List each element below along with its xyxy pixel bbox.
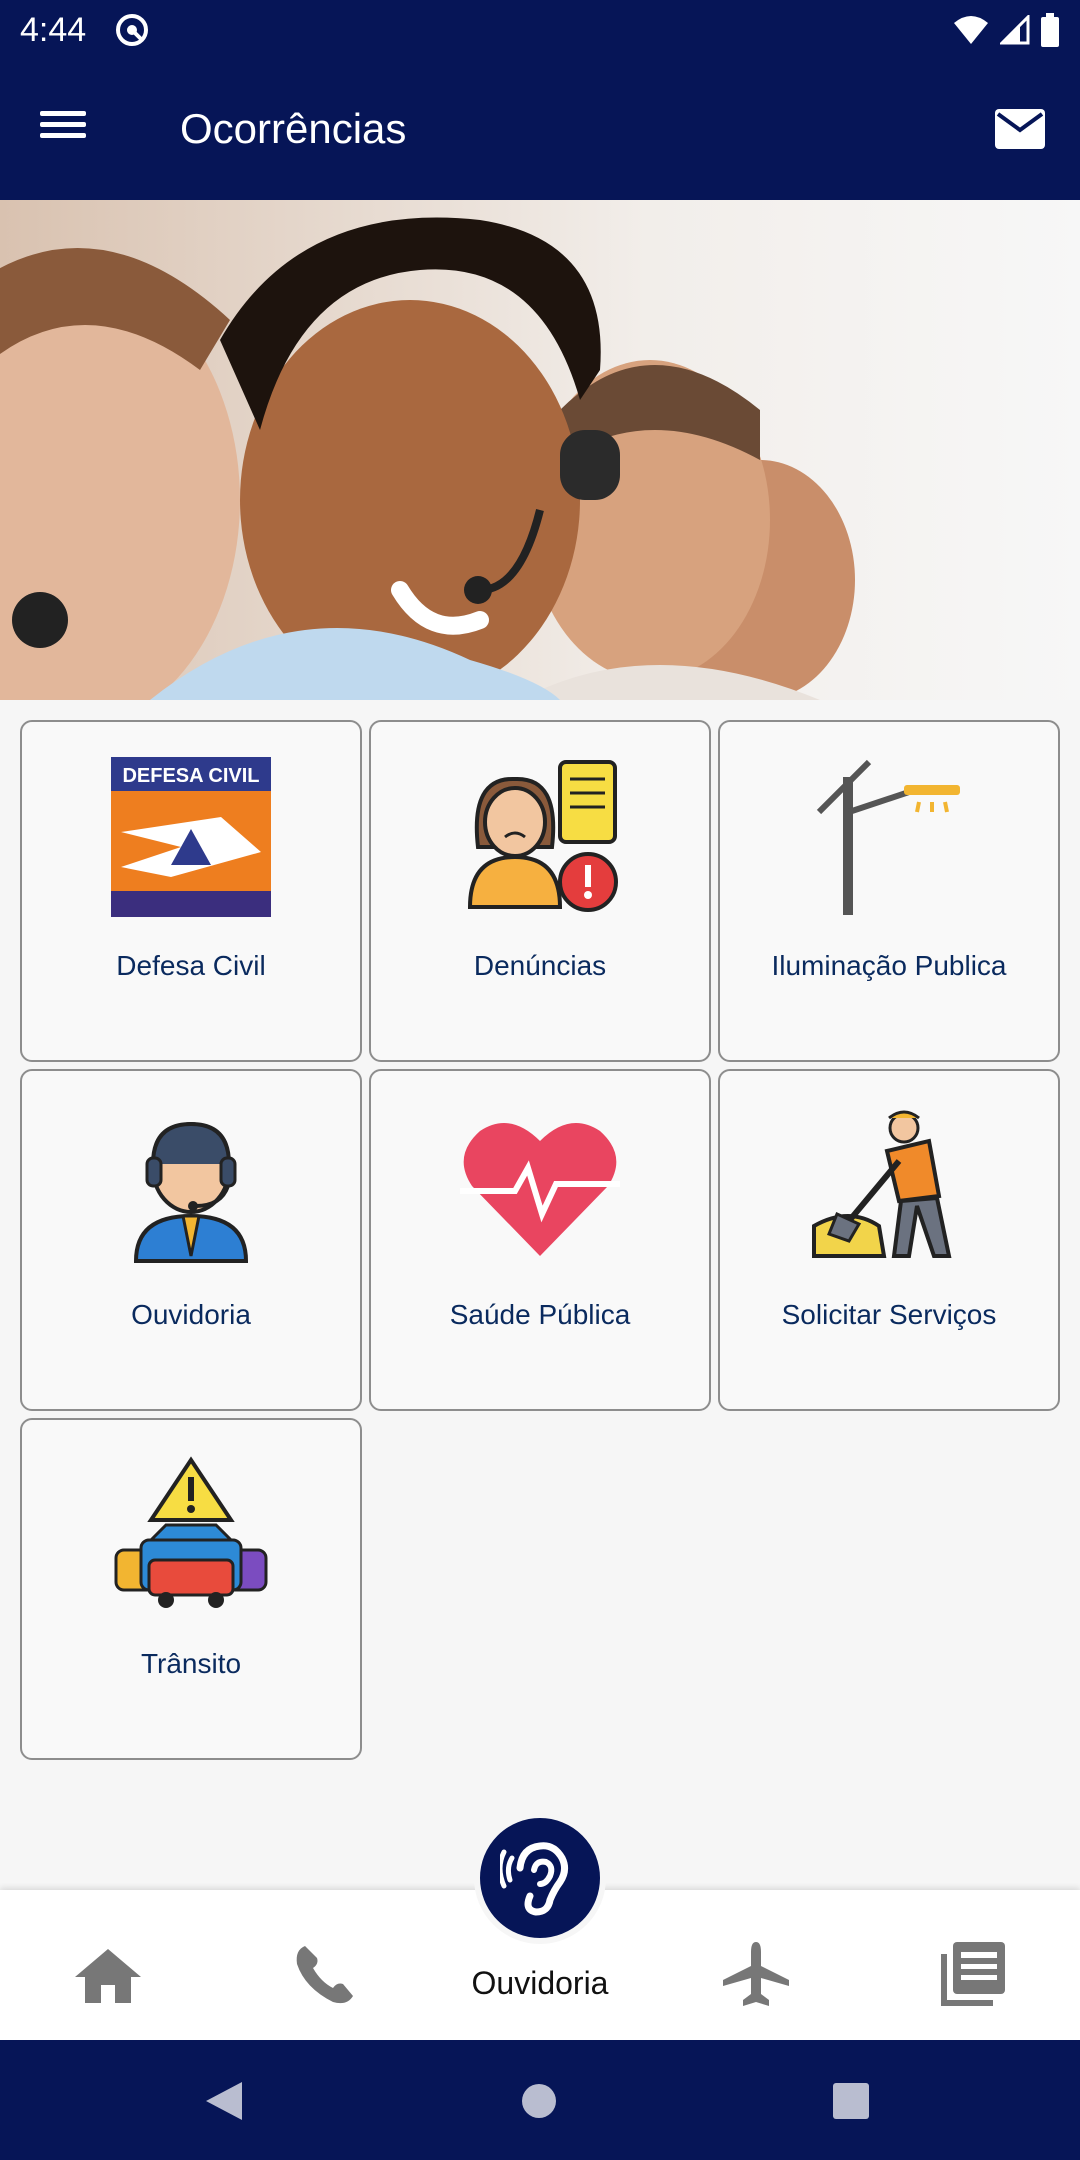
card-label: Trânsito — [140, 1648, 242, 1679]
phone-icon — [296, 1946, 353, 2004]
sync-icon — [116, 14, 148, 46]
headset-agent-icon — [106, 1101, 276, 1271]
recents-icon[interactable] — [832, 2082, 870, 2120]
card-transito[interactable]: Trânsito — [20, 1418, 362, 1760]
card-label: Iluminação Publica — [771, 950, 1007, 981]
signal-icon — [1000, 15, 1030, 45]
card-solicitar-servicos[interactable]: Solicitar Serviços — [718, 1069, 1060, 1411]
status-time: 4:44 — [20, 11, 87, 49]
menu-icon[interactable] — [40, 105, 100, 155]
page-title: Ocorrências — [180, 105, 407, 152]
airplane-icon — [723, 1942, 789, 2006]
card-label: Defesa Civil — [116, 950, 266, 981]
nav-phone[interactable] — [284, 1935, 364, 2015]
card-denuncias[interactable]: Denúncias — [369, 720, 711, 1062]
status-icons — [952, 12, 1060, 48]
ear-icon — [500, 1842, 569, 1916]
mail-icon[interactable] — [994, 108, 1046, 150]
home-icon — [75, 1949, 141, 2003]
worker-shovel-icon — [804, 1101, 974, 1271]
ouvidoria-fab[interactable] — [474, 1812, 606, 1944]
news-icon — [941, 1942, 1005, 2006]
wifi-icon — [954, 16, 988, 44]
nav-home[interactable] — [68, 1935, 148, 2015]
complaint-person-icon — [455, 752, 625, 922]
system-nav-bar — [0, 2040, 1080, 2160]
nav-airplane[interactable] — [716, 1935, 796, 2015]
heart-pulse-icon — [455, 1101, 625, 1271]
card-saude-publica[interactable]: Saúde Pública — [369, 1069, 711, 1411]
active-nav-label: Ouvidoria — [471, 1965, 609, 2001]
card-label: Denúncias — [473, 950, 607, 981]
traffic-cars-icon — [106, 1450, 276, 1620]
card-label: Solicitar Serviços — [781, 1299, 997, 1330]
status-bar: 4:44 — [0, 0, 1080, 60]
logo-text: DEFESA CIVIL — [122, 765, 259, 787]
street-lamp-icon — [804, 752, 974, 922]
banner-image — [0, 200, 1080, 700]
home-circle-icon[interactable] — [520, 2082, 558, 2120]
defesa-civil-logo-icon: DEFESA CIVIL — [106, 752, 276, 922]
card-defesa-civil[interactable]: DEFESA CIVIL Defesa Civil — [20, 720, 362, 1062]
nav-news[interactable] — [932, 1935, 1012, 2015]
card-label: Saúde Pública — [449, 1299, 631, 1330]
card-ouvidoria[interactable]: Ouvidoria — [20, 1069, 362, 1411]
card-label: Ouvidoria — [131, 1299, 251, 1330]
app-bar: Ocorrências — [0, 60, 1080, 200]
card-iluminacao-publica[interactable]: Iluminação Publica — [718, 720, 1060, 1062]
back-icon[interactable] — [204, 2080, 244, 2122]
battery-icon — [1041, 13, 1059, 47]
